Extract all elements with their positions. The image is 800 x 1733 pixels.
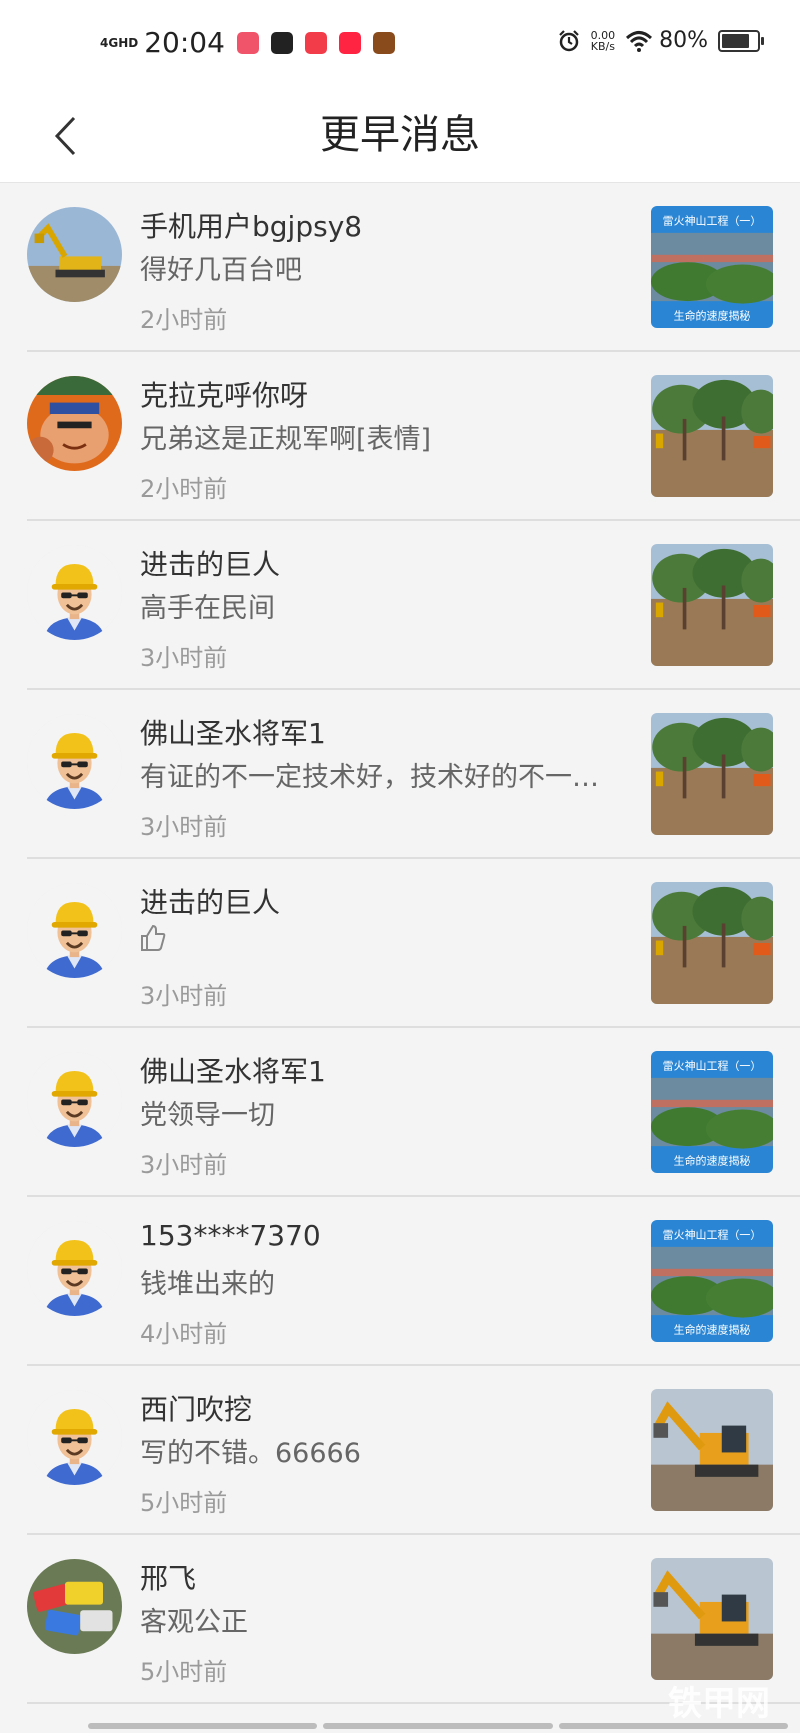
user-name[interactable]: 克拉克呼你呀 — [140, 374, 308, 414]
svg-text:雷火神山工程（一）: 雷火神山工程（一） — [663, 213, 762, 227]
message-item[interactable]: 进击的巨人 高手在民间 3小时前 — [0, 521, 800, 690]
post-thumbnail[interactable]: 雷火神山工程（一） 生命的速度揭秘 — [651, 206, 773, 328]
avatar[interactable] — [27, 883, 122, 978]
avatar[interactable] — [27, 545, 122, 640]
post-thumbnail[interactable]: 雷火神山工程（一） 生命的速度揭秘 — [651, 1220, 773, 1342]
message-item[interactable]: 佛山圣水将军1 有证的不一定技术好，技术好的不一… 3小时前 — [0, 690, 800, 859]
avatar[interactable] — [27, 1221, 122, 1316]
svg-text:生命的速度揭秘: 生命的速度揭秘 — [674, 1153, 751, 1167]
svg-text:生命的速度揭秘: 生命的速度揭秘 — [674, 1322, 751, 1336]
app-icon-shield — [270, 31, 293, 54]
user-name[interactable]: 进击的巨人 — [140, 543, 280, 583]
user-name[interactable]: 153****7370 — [140, 1219, 321, 1252]
user-name[interactable]: 西门吹挖 — [140, 1388, 252, 1428]
timestamp: 5小时前 — [140, 1658, 228, 1686]
timestamp: 3小时前 — [140, 982, 228, 1010]
status-bar: 4GHD 20:04 0.00 KB/s 80% — [0, 0, 800, 88]
post-thumbnail[interactable]: 雷火神山工程（一） 生命的速度揭秘 — [651, 1051, 773, 1173]
comment-text: 钱堆出来的 — [140, 1269, 275, 1300]
user-name[interactable]: 佛山圣水将军1 — [140, 712, 326, 752]
timestamp: 5小时前 — [140, 1489, 228, 1517]
battery-percent: 80% — [659, 28, 708, 53]
comment-text: 有证的不一定技术好，技术好的不一… — [140, 762, 599, 793]
message-item[interactable]: 153****7370 钱堆出来的 4小时前 雷火神山工程（一） 生命的速度揭秘 — [0, 1197, 800, 1366]
svg-text:雷火神山工程（一）: 雷火神山工程（一） — [663, 1058, 762, 1072]
post-thumbnail[interactable] — [651, 1389, 773, 1511]
message-item[interactable]: 手机用户bgjpsy8 得好几百台吧 2小时前 雷火神山工程（一） 生命的速度揭… — [0, 183, 800, 352]
comment-text: 得好几百台吧 — [140, 255, 302, 286]
user-name[interactable]: 手机用户bgjpsy8 — [140, 205, 362, 245]
comment-text: 高手在民间 — [140, 593, 275, 624]
comment-text: 党领导一切 — [140, 1100, 275, 1131]
avatar[interactable] — [27, 207, 122, 302]
post-thumbnail[interactable] — [651, 882, 773, 1004]
comment-text — [140, 924, 630, 959]
watermark: 铁甲网 — [668, 1684, 770, 1724]
timestamp: 3小时前 — [140, 644, 228, 672]
timestamp: 3小时前 — [140, 813, 228, 841]
user-name[interactable]: 进击的巨人 — [140, 881, 280, 921]
message-item[interactable]: 西门吹挖 写的不错。66666 5小时前 — [0, 1366, 800, 1535]
comment-text: 客观公正 — [140, 1607, 248, 1638]
user-name[interactable]: 佛山圣水将军1 — [140, 1050, 326, 1090]
app-icon-video — [236, 31, 259, 54]
post-thumbnail[interactable] — [651, 713, 773, 835]
message-item[interactable]: 克拉克呼你呀 兄弟这是正规军啊[表情] 2小时前 — [0, 352, 800, 521]
status-bar-left: 4GHD 20:04 — [100, 26, 407, 59]
post-thumbnail[interactable] — [651, 544, 773, 666]
timestamp: 4小时前 — [140, 1320, 228, 1348]
timestamp: 3小时前 — [140, 1151, 228, 1179]
post-thumbnail[interactable] — [651, 1558, 773, 1680]
svg-text:雷火神山工程（一）: 雷火神山工程（一） — [663, 1227, 762, 1241]
post-thumbnail[interactable] — [651, 375, 773, 497]
app-icon-game — [372, 31, 395, 54]
wifi-icon — [626, 30, 653, 52]
avatar[interactable] — [27, 1052, 122, 1147]
page-title: 更早消息 — [320, 112, 480, 158]
comment-text: 写的不错。66666 — [140, 1438, 361, 1469]
speed-unit: KB/s — [590, 39, 615, 53]
status-bar-right: 0.00 KB/s 80% — [557, 28, 764, 53]
avatar[interactable] — [27, 714, 122, 809]
clock: 20:04 — [144, 26, 225, 59]
comment-text: 兄弟这是正规军啊[表情] — [140, 424, 432, 455]
avatar[interactable] — [27, 1559, 122, 1654]
avatar[interactable] — [27, 376, 122, 471]
alarm-icon — [558, 29, 579, 51]
battery-icon — [718, 29, 764, 52]
timestamp: 2小时前 — [140, 306, 228, 334]
network-indicator: 4GHD — [100, 35, 139, 50]
speed-value: 0.00 — [590, 28, 616, 42]
header: 更早消息 — [0, 88, 800, 183]
timestamp: 2小时前 — [140, 475, 228, 503]
svg-text:生命的速度揭秘: 生命的速度揭秘 — [674, 308, 751, 322]
user-name[interactable]: 邢飞 — [140, 1557, 196, 1597]
message-list[interactable]: 手机用户bgjpsy8 得好几百台吧 2小时前 雷火神山工程（一） 生命的速度揭… — [0, 183, 800, 1704]
message-item[interactable]: 佛山圣水将军1 党领导一切 3小时前 雷火神山工程（一） 生命的速度揭秘 — [0, 1028, 800, 1197]
app-icon-xiaohongshu — [338, 31, 361, 54]
avatar[interactable] — [27, 1390, 122, 1485]
network-speed: 0.00 KB/s — [591, 30, 616, 52]
message-item[interactable]: 进击的巨人 3小时前 — [0, 859, 800, 1028]
app-icon-heart — [304, 31, 327, 54]
thumbs-up-icon — [141, 924, 166, 951]
